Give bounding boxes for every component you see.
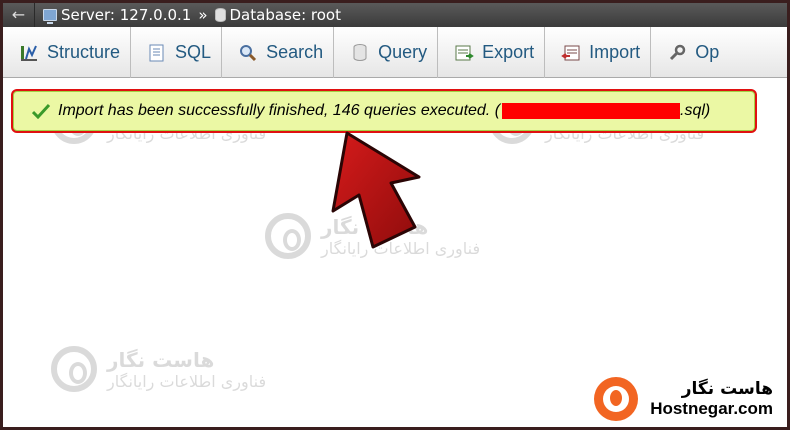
wrench-icon bbox=[667, 43, 687, 63]
query-icon bbox=[350, 43, 370, 63]
import-success-notice: Import has been successfully finished, 1… bbox=[13, 91, 755, 131]
highlight-arrow bbox=[331, 131, 421, 249]
tab-operations[interactable]: Op bbox=[651, 27, 729, 78]
brand-name-en: Hostnegar.com bbox=[650, 399, 773, 418]
notice-file-extension: .sql) bbox=[680, 102, 711, 119]
screenshot-frame: ← Server: 127.0.0.1 » Database: root Str… bbox=[3, 3, 787, 427]
back-arrow-icon[interactable]: ← bbox=[3, 3, 35, 27]
tab-export-label: Export bbox=[482, 42, 535, 62]
success-check-icon bbox=[32, 103, 50, 119]
server-icon bbox=[43, 9, 57, 24]
notice-message: Import has been successfully finished, 1… bbox=[58, 102, 501, 119]
breadcrumb: Server: 127.0.0.1 » Database: root bbox=[43, 3, 341, 27]
breadcrumb-database[interactable]: Database: root bbox=[230, 3, 341, 27]
tab-import[interactable]: Import bbox=[545, 27, 652, 78]
import-icon bbox=[561, 43, 581, 63]
breadcrumb-separator: » bbox=[198, 6, 208, 24]
watermark: هاست نگارفناوری اطلاعات رایانگار bbox=[51, 346, 266, 392]
tab-sql-label: SQL bbox=[175, 42, 212, 62]
tab-bar: Structure SQL Search Query Export Import… bbox=[3, 27, 787, 78]
export-icon bbox=[454, 43, 474, 63]
watermark-logo-icon bbox=[51, 346, 97, 392]
brand-name-fa: هاست نگار bbox=[681, 379, 773, 399]
breadcrumb-bar: ← Server: 127.0.0.1 » Database: root bbox=[3, 3, 787, 27]
sql-icon bbox=[147, 43, 167, 63]
tab-structure[interactable]: Structure bbox=[3, 27, 132, 78]
tab-query[interactable]: Query bbox=[334, 27, 439, 78]
tab-structure-label: Structure bbox=[47, 42, 121, 62]
tab-import-label: Import bbox=[589, 42, 641, 62]
tab-operations-label: Op bbox=[695, 42, 720, 62]
tab-search[interactable]: Search bbox=[222, 27, 335, 78]
tab-query-label: Query bbox=[378, 42, 428, 62]
brand-logo: هاست نگار Hostnegar.com bbox=[594, 377, 773, 421]
structure-icon bbox=[19, 43, 39, 63]
tab-sql[interactable]: SQL bbox=[131, 27, 223, 78]
database-icon bbox=[214, 8, 226, 22]
tab-search-label: Search bbox=[266, 42, 324, 62]
breadcrumb-server[interactable]: Server: 127.0.0.1 bbox=[61, 3, 191, 27]
tab-export[interactable]: Export bbox=[438, 27, 546, 78]
search-icon bbox=[238, 43, 258, 63]
redacted-filename bbox=[502, 103, 681, 119]
hostnegar-logo-icon bbox=[594, 377, 639, 421]
